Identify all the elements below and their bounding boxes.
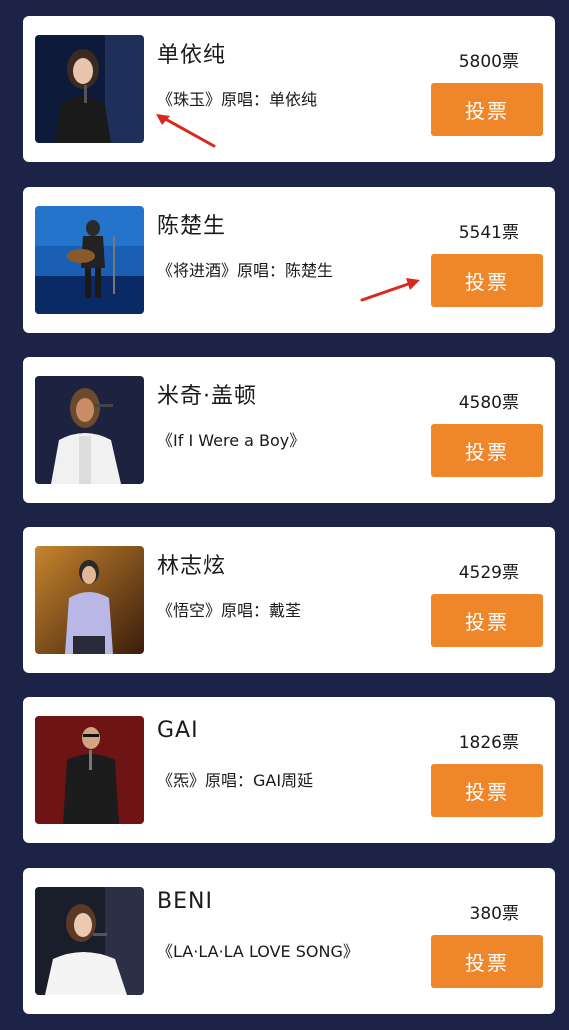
singer-name: 林志炫 — [157, 554, 227, 579]
singer-name: 米奇·盖顿 — [157, 384, 257, 409]
singer-photo — [35, 376, 144, 484]
vote-count: 4580票 — [458, 393, 519, 413]
red-arrow — [156, 114, 216, 148]
vote-count: 5800票 — [458, 52, 519, 72]
vote-button[interactable]: 投票 — [431, 83, 543, 136]
vote-button[interactable]: 投票 — [431, 424, 543, 477]
singer-photo — [35, 206, 144, 314]
singer-photo — [35, 887, 144, 995]
candidate-card: 单依纯 《珠玉》原唱：单依纯 5800票 投票 — [23, 16, 555, 162]
singer-name: 陈楚生 — [157, 214, 227, 239]
vote-button[interactable]: 投票 — [431, 935, 543, 988]
song-info: 《珠玉》原唱：单依纯 — [157, 90, 318, 109]
vote-count: 5541票 — [458, 223, 519, 243]
candidate-card: 陈楚生 《将进酒》原唱：陈楚生 5541票 投票 — [23, 187, 555, 333]
candidate-card: GAI 《炁》原唱：GAI周延 1826票 投票 — [23, 697, 555, 843]
vote-button[interactable]: 投票 — [431, 254, 543, 307]
vote-count: 4529票 — [458, 563, 519, 583]
singer-photo — [35, 716, 144, 824]
song-info: 《炁》原唱：GAI周延 — [157, 771, 314, 790]
candidate-card: 米奇·盖顿 《If I Were a Boy》 4580票 投票 — [23, 357, 555, 503]
singer-photo — [35, 35, 144, 143]
singer-name: BENI — [157, 889, 213, 914]
red-arrow — [360, 278, 420, 302]
song-info: 《将进酒》原唱：陈楚生 — [157, 261, 334, 280]
vote-button[interactable]: 投票 — [431, 594, 543, 647]
singer-name: GAI — [157, 718, 199, 743]
song-info: 《悟空》原唱：戴荃 — [157, 601, 302, 620]
song-info: 《If I Were a Boy》 — [157, 431, 306, 450]
vote-count: 1826票 — [458, 733, 519, 753]
singer-photo — [35, 546, 144, 654]
candidate-card: 林志炫 《悟空》原唱：戴荃 4529票 投票 — [23, 527, 555, 673]
candidate-card: BENI 《LA·LA·LA LOVE SONG》 380票 投票 — [23, 868, 555, 1014]
vote-button[interactable]: 投票 — [431, 764, 543, 817]
vote-count: 380票 — [469, 904, 519, 924]
singer-name: 单依纯 — [157, 43, 227, 68]
song-info: 《LA·LA·LA LOVE SONG》 — [157, 942, 359, 961]
